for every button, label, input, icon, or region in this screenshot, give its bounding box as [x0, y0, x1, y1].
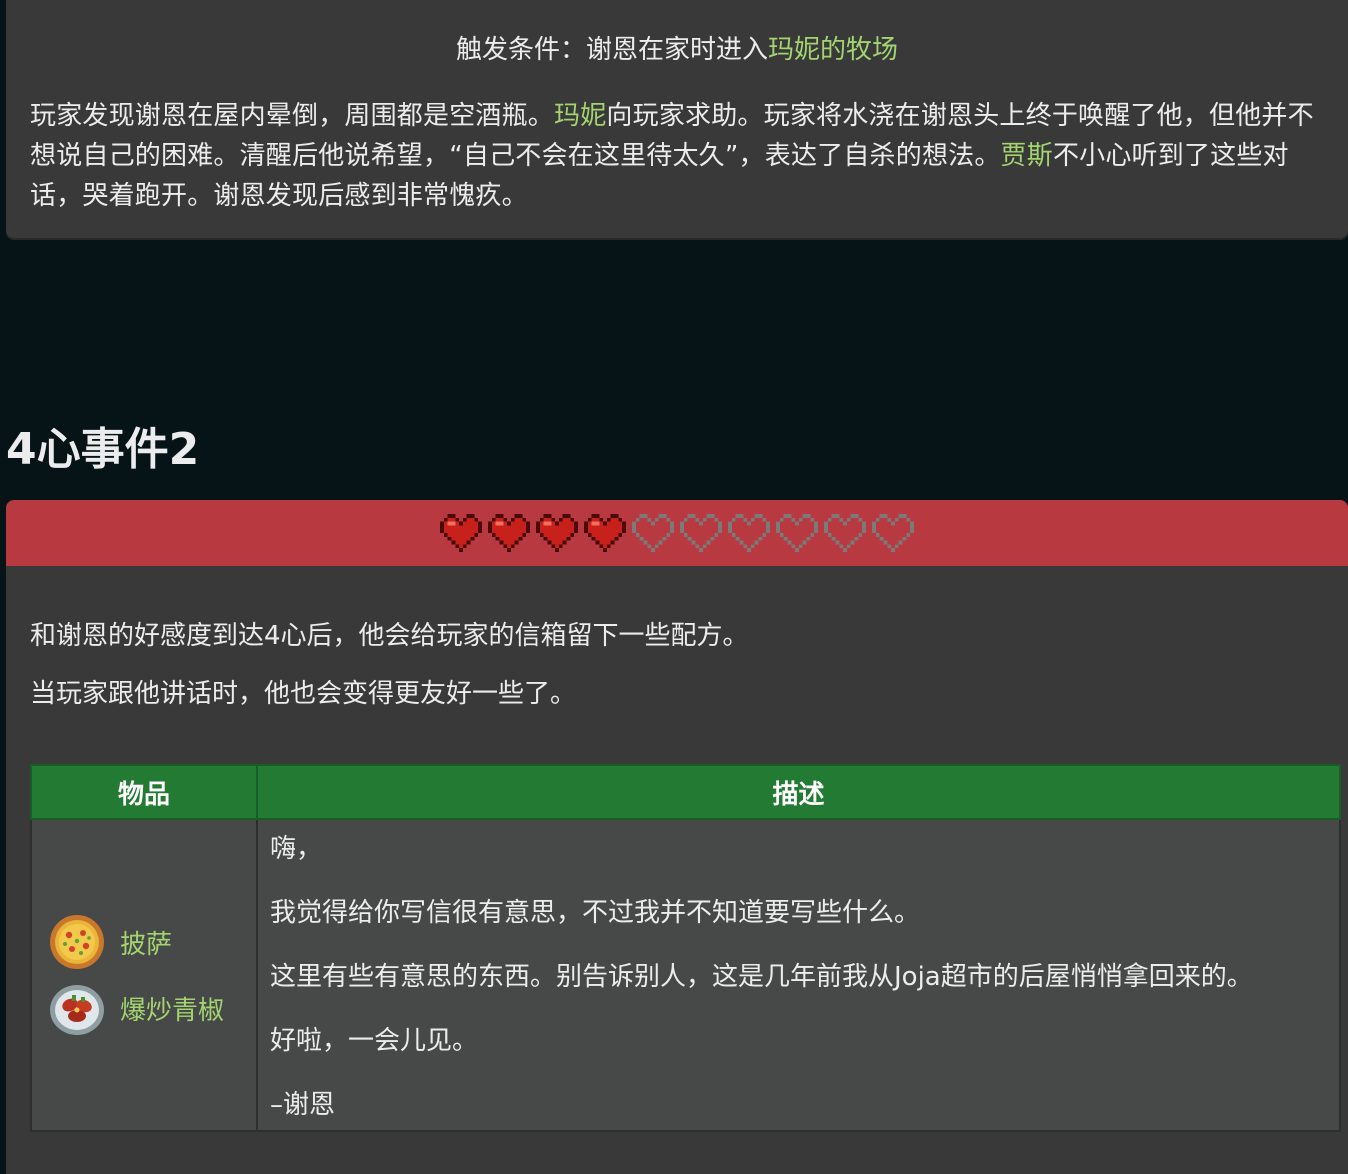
event-trigger: 触发条件：谢恩在家时进入玛妮的牧场	[6, 32, 1348, 68]
event-desc-line-1: 和谢恩的好感度到达4心后，他会给玩家的信箱留下一些配方。	[30, 621, 749, 651]
item-name-link[interactable]: 爆炒青椒	[120, 990, 224, 1027]
letter-paragraph: 我觉得给你写信很有意思，不过我并不知道要写些什么。	[270, 898, 921, 928]
event-card-2: 和谢恩的好感度到达4心后，他会给玩家的信箱留下一些配方。 当玩家跟他讲话时，他也…	[6, 566, 1348, 1174]
list-item[interactable]: 披萨	[48, 909, 256, 975]
marnie-link[interactable]: 玛妮	[554, 101, 606, 131]
heart-empty-icon	[632, 514, 674, 552]
heart-level-bar	[6, 500, 1348, 566]
event-desc-line-2: 当玩家跟他讲话时，他也会变得更友好一些了。	[30, 679, 577, 709]
letter-cell: 嗨， 我觉得给你写信很有意思，不过我并不知道要写些什么。 这里有些有意思的东西。…	[256, 818, 1341, 1132]
heart-filled-icon	[584, 514, 626, 552]
item-name-link[interactable]: 披萨	[120, 924, 172, 961]
letter-signature: –谢恩	[270, 1090, 336, 1120]
letter-paragraph: 好啦，一会儿见。	[270, 1026, 479, 1056]
header-description: 描述	[256, 764, 1341, 820]
heart-filled-icon	[488, 514, 530, 552]
event-text-part1: 玩家发现谢恩在屋内晕倒，周围都是空酒瓶。	[30, 101, 555, 131]
pizza-icon	[50, 915, 104, 969]
event-description: 玩家发现谢恩在屋内晕倒，周围都是空酒瓶。玛妮向玩家求助。玩家将水浇在谢恩头上终于…	[30, 96, 1326, 216]
heart-filled-icon	[536, 514, 578, 552]
heart-empty-icon	[728, 514, 770, 552]
trigger-prefix: 触发条件：谢恩在家时进入	[455, 35, 768, 65]
heart-empty-icon	[872, 514, 914, 552]
trigger-location-link[interactable]: 玛妮的牧场	[768, 35, 898, 65]
mail-table: 物品 描述 披萨 爆炒青椒 嗨， 我觉得给你写信很有意思，不过我并不知道要写些什…	[30, 764, 1341, 1132]
pepper-poppers-icon	[50, 985, 104, 1035]
heart-filled-icon	[440, 514, 482, 552]
letter-paragraph: 这里有些有意思的东西。别告诉别人，这是几年前我从Joja超市的后屋悄悄拿回来的。	[270, 962, 1253, 992]
jas-link[interactable]: 贾斯	[1001, 141, 1053, 171]
header-item: 物品	[30, 764, 258, 820]
list-item[interactable]: 爆炒青椒	[48, 975, 256, 1041]
heart-empty-icon	[776, 514, 818, 552]
heart-empty-icon	[680, 514, 722, 552]
section-heading: 4心事件2	[6, 424, 200, 475]
items-cell: 披萨 爆炒青椒	[30, 818, 258, 1132]
table-row: 披萨 爆炒青椒 嗨， 我觉得给你写信很有意思，不过我并不知道要写些什么。 这里有…	[30, 818, 1341, 1132]
heart-empty-icon	[824, 514, 866, 552]
event-card: 触发条件：谢恩在家时进入玛妮的牧场 玩家发现谢恩在屋内晕倒，周围都是空酒瓶。玛妮…	[6, 0, 1348, 238]
letter-greeting: 嗨，	[270, 834, 323, 864]
